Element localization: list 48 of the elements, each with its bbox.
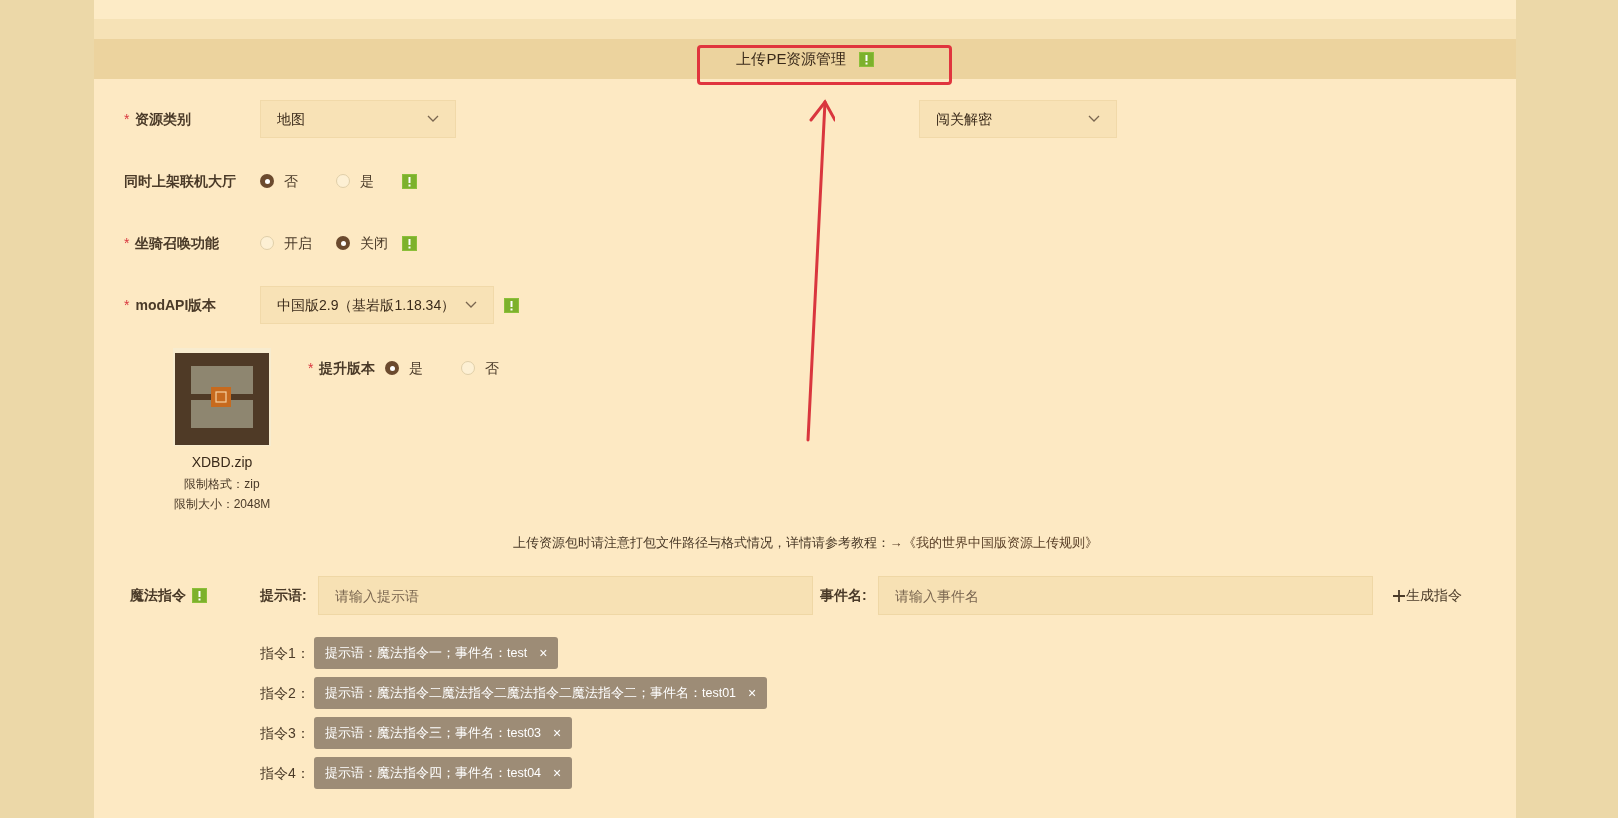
info-icon[interactable] (192, 588, 207, 603)
field-label: 提示语: (260, 586, 308, 605)
required-mark: * (308, 358, 314, 378)
radio-option[interactable]: 开启 (260, 232, 316, 254)
chevron-icon (1088, 115, 1100, 123)
info-icon[interactable] (504, 297, 519, 313)
size-limit: 限制大小：2048M (173, 496, 271, 513)
plus-icon (1393, 589, 1405, 602)
info-icon[interactable] (402, 235, 417, 251)
prompt-input[interactable]: 请输入提示语 (318, 576, 813, 615)
required-mark: * (124, 109, 130, 129)
file-name: XDBD.zip (191, 453, 253, 472)
info-icon[interactable] (402, 173, 417, 189)
radio-option[interactable]: 是 (385, 357, 442, 379)
command-text: 提示语：魔法指令三；事件名：test03 (325, 724, 542, 742)
notice-text: 上传资源包时请注意打包文件路径与格式情况，详情请参考教程： (512, 534, 890, 553)
format-limit: 限制格式：zip (184, 476, 260, 493)
field-label: 资源类别 (135, 109, 192, 129)
command-label: 指令1： (260, 643, 311, 663)
field-label: 事件名: (819, 586, 868, 605)
command-text: 提示语：魔法指令二魔法指令二魔法指令二魔法指令二；事件名：test01 (325, 684, 737, 702)
chevron-icon (465, 301, 477, 309)
radio-option[interactable]: 否 (260, 170, 316, 192)
field-label: 魔法指令 (130, 586, 186, 605)
field-label: 提升版本 (319, 358, 376, 378)
command-label: 指令2： (260, 683, 311, 703)
radio-option[interactable]: 是 (336, 170, 392, 192)
select-field[interactable]: 闯关解密 (919, 100, 1117, 138)
radio-option[interactable]: 否 (461, 357, 518, 379)
command-text: 提示语：魔法指令四；事件名：test04 (325, 764, 542, 782)
command-label: 指令3： (260, 723, 311, 743)
generate-button[interactable]: 生成指令 (1393, 585, 1462, 606)
chest-thumbnail-drawing[interactable] (173, 348, 271, 446)
info-icon[interactable] (858, 51, 874, 67)
field-label: 同时上架联机大厅 (124, 171, 236, 191)
command-label: 指令4： (260, 763, 311, 783)
radio-option[interactable]: 关闭 (336, 232, 392, 254)
select-field[interactable]: 地图 (260, 100, 456, 138)
required-mark: * (124, 295, 130, 315)
chevron-icon (427, 115, 439, 123)
field-label: modAPI版本 (135, 295, 217, 315)
field-label: 坐骑召唤功能 (135, 233, 220, 253)
required-mark: * (124, 233, 130, 253)
select-field[interactable]: 中国版2.9（基岩版1.18.34） (260, 286, 494, 324)
event-input[interactable]: 请输入事件名 (878, 576, 1373, 615)
rules-link[interactable]: →《我的世界中国版资源上传规则》 (889, 533, 1098, 553)
section-title: 上传PE资源管理 (736, 48, 847, 69)
command-text: 提示语：魔法指令一；事件名：test (325, 644, 528, 662)
